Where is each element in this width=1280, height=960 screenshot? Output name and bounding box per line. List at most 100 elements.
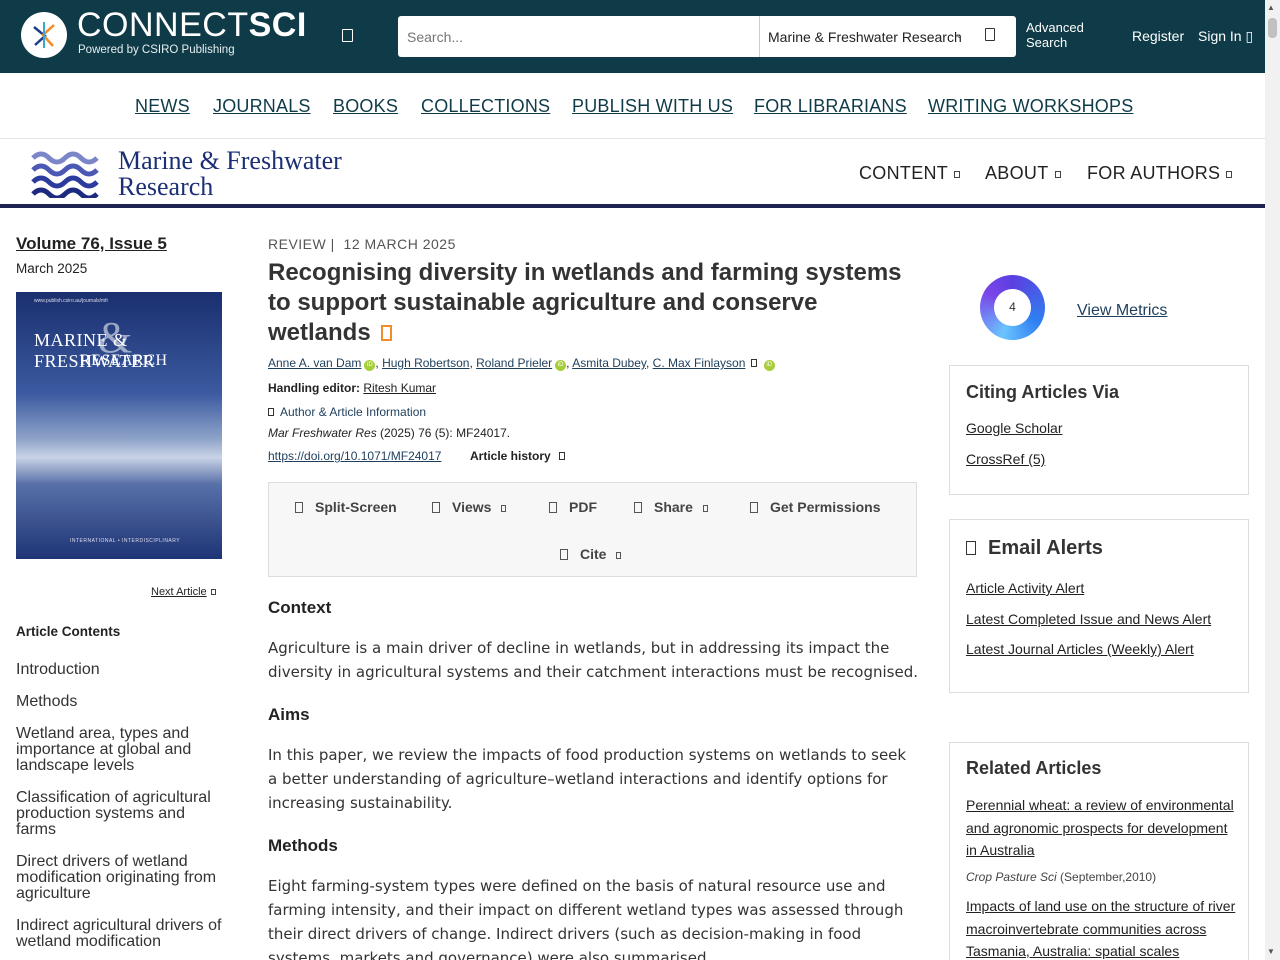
related-article-link[interactable]: Perennial wheat: a review of environment… xyxy=(966,794,1236,862)
author-list: Anne A. van Dam iD, Hugh Robertson, Rolan… xyxy=(268,356,775,371)
chevron-down-icon xyxy=(616,552,622,559)
email-icon[interactable] xyxy=(751,359,758,367)
article-history-toggle[interactable]: Article history xyxy=(470,449,565,463)
journal-wave-logo[interactable] xyxy=(31,150,99,203)
chevron-icon xyxy=(268,408,274,416)
permissions-icon xyxy=(750,502,758,513)
google-scholar-link[interactable]: Google Scholar xyxy=(966,420,1063,436)
get-permissions-button[interactable]: Get Permissions xyxy=(750,499,881,515)
cover-footer: INTERNATIONAL • INTERDISCIPLINARY xyxy=(70,538,181,544)
toc-item[interactable]: Direct drivers of wetland modification o… xyxy=(16,854,226,902)
pdf-icon xyxy=(549,502,557,513)
orcid-icon[interactable]: iD xyxy=(555,360,567,371)
journal-menu-for-authors[interactable]: FOR AUTHORS xyxy=(1087,163,1233,184)
eye-icon xyxy=(432,502,440,513)
card-title: Related Articles xyxy=(966,758,1102,778)
section-heading: Context xyxy=(268,598,332,617)
crossref-link[interactable]: CrossRef (5) xyxy=(966,451,1045,467)
toc-item[interactable]: Indirect agricultural drivers of wetland… xyxy=(16,918,226,950)
journal-menu-content[interactable]: CONTENT xyxy=(859,163,961,184)
toc-item[interactable]: Classification of agricultural productio… xyxy=(16,790,226,838)
citing-articles-card: Citing Articles Via Google Scholar Cross… xyxy=(949,365,1249,495)
alert-link[interactable]: Latest Completed Issue and News Alert xyxy=(966,611,1211,627)
article-title: Recognising diversity in wetlands and fa… xyxy=(268,259,902,346)
nav-writing-workshops[interactable]: WRITING WORKSHOPS xyxy=(928,96,1133,117)
chevron-down-icon xyxy=(558,452,565,460)
scrollbar-thumb[interactable] xyxy=(1268,18,1277,38)
split-screen-button[interactable]: Split-Screen xyxy=(295,499,397,515)
journal-header: Marine & Freshwater Research CONTENT ABOU… xyxy=(0,140,1265,208)
nav-journals[interactable]: JOURNALS xyxy=(213,96,311,117)
toc-item[interactable]: Introduction xyxy=(16,662,226,678)
handling-editor-link[interactable]: Ritesh Kumar xyxy=(363,381,436,395)
volume-issue-link[interactable]: Volume 76, Issue 5 xyxy=(16,234,167,254)
chevron-down-icon xyxy=(1226,170,1233,178)
view-metrics-link[interactable]: View Metrics xyxy=(1077,302,1167,320)
journal-menu-about[interactable]: ABOUT xyxy=(985,163,1061,184)
menu-icon[interactable] xyxy=(342,29,353,42)
section-paragraph: Agriculture is a main driver of decline … xyxy=(268,639,918,681)
nav-for-librarians[interactable]: FOR LIBRARIANS xyxy=(754,96,907,117)
chevron-down-icon xyxy=(1054,170,1061,178)
next-article-link[interactable]: Next Article xyxy=(151,586,216,598)
related-article-link[interactable]: Impacts of land use on the structure of … xyxy=(966,895,1236,960)
article-type: REVIEW xyxy=(268,236,327,252)
search-box: Marine & Freshwater Research ⌄ xyxy=(398,16,1016,57)
brand-name[interactable]: CONNECTSCI xyxy=(77,8,307,42)
cite-button[interactable]: Cite xyxy=(560,546,622,562)
search-scope-select[interactable]: Marine & Freshwater Research xyxy=(768,29,964,45)
article-toolbar: Split-Screen Views PDF Share Get Permiss… xyxy=(268,482,917,577)
register-link[interactable]: Register xyxy=(1132,28,1184,44)
scroll-up-icon[interactable]: ▲ xyxy=(1267,3,1275,12)
views-button[interactable]: Views xyxy=(432,499,507,515)
author-link[interactable]: Asmita Dubey xyxy=(572,356,646,370)
doi-link[interactable]: https://doi.org/10.1071/MF24017 xyxy=(268,449,441,463)
sign-in-link[interactable]: Sign In ▯ xyxy=(1198,28,1253,45)
citation-line: Mar Freshwater Res (2025) 76 (5): MF2401… xyxy=(268,426,511,440)
section-paragraph: Eight farming-system types were defined … xyxy=(268,877,904,960)
author-link[interactable]: Anne A. van Dam xyxy=(268,356,361,370)
connectsci-logo[interactable] xyxy=(21,12,67,58)
altmetric-score: 4 xyxy=(994,289,1031,326)
nav-publish-with-us[interactable]: PUBLISH WITH US xyxy=(572,96,733,117)
cover-title-2: RESEARCH xyxy=(80,352,168,369)
orcid-icon[interactable]: iD xyxy=(763,360,775,371)
card-title: Citing Articles Via xyxy=(966,382,1120,402)
author-info-toggle[interactable]: Author & Article Information xyxy=(268,405,426,419)
alert-link[interactable]: Article Activity Alert xyxy=(966,580,1084,596)
chevron-down-icon xyxy=(501,505,507,512)
share-button[interactable]: Share xyxy=(634,499,708,515)
author-link[interactable]: C. Max Finlayson xyxy=(653,356,746,370)
journal-name[interactable]: Marine & Freshwater Research xyxy=(118,148,342,200)
card-title: Email Alerts xyxy=(966,537,1103,560)
search-input[interactable] xyxy=(398,16,759,57)
related-articles-card: Related Articles Perennial wheat: a revi… xyxy=(949,742,1249,960)
chevron-down-icon xyxy=(954,170,961,178)
toc-item[interactable]: Wetland area, types and importance at gl… xyxy=(16,726,226,774)
orcid-icon[interactable]: iD xyxy=(364,360,376,371)
section-paragraph: In this paper, we review the impacts of … xyxy=(268,746,907,812)
chevron-down-icon xyxy=(702,505,708,512)
email-alerts-card: Email Alerts Article Activity Alert Late… xyxy=(949,519,1249,693)
author-link[interactable]: Roland Prieler xyxy=(476,356,552,370)
nav-books[interactable]: BOOKS xyxy=(333,96,398,117)
altmetric-badge[interactable]: 4 xyxy=(980,275,1045,340)
top-bar: CONNECTSCI Powered by CSIRO Publishing M… xyxy=(0,0,1265,73)
article-contents-title: Article Contents xyxy=(16,624,121,639)
alert-link[interactable]: Latest Journal Articles (Weekly) Alert xyxy=(966,641,1194,657)
author-link[interactable]: Hugh Robertson xyxy=(382,356,469,370)
scrollbar[interactable] xyxy=(1265,0,1280,960)
toc-item[interactable]: Methods xyxy=(16,694,226,710)
chevron-down-icon: ⌄ xyxy=(955,30,964,41)
nav-news[interactable]: NEWS xyxy=(135,96,190,117)
article-date: 12 MARCH 2025 xyxy=(343,236,456,252)
arrow-right-icon xyxy=(210,589,216,595)
brand-subtitle: Powered by CSIRO Publishing xyxy=(78,44,235,56)
scroll-down-icon[interactable]: ▼ xyxy=(1267,947,1275,956)
nav-collections[interactable]: COLLECTIONS xyxy=(421,96,550,117)
advanced-search-link[interactable]: Advanced Search xyxy=(1026,20,1084,50)
search-icon[interactable] xyxy=(985,28,995,41)
issue-date: March 2025 xyxy=(16,261,88,276)
issue-cover-image[interactable]: www.publish.csiro.au/journals/mfr & MARI… xyxy=(16,292,222,559)
pdf-button[interactable]: PDF xyxy=(549,499,597,515)
